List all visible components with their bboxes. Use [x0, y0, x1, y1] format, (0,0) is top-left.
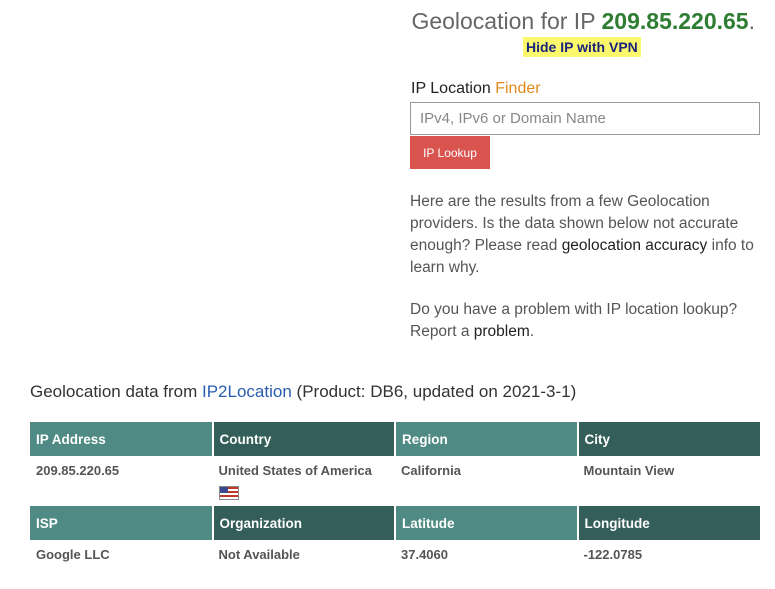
- page-title: Geolocation for IP 209.85.220.65.: [400, 8, 755, 35]
- finder-label-accent: Finder: [495, 80, 541, 97]
- header-organization: Organization: [211, 506, 395, 540]
- title-prefix: Geolocation for IP: [411, 8, 596, 34]
- accuracy-info-paragraph: Here are the results from a few Geolocat…: [410, 191, 760, 279]
- header-city: City: [576, 422, 760, 456]
- problem-report-text: Do you have a problem with IP location l…: [410, 301, 738, 340]
- cell-country: United States of America: [213, 456, 396, 506]
- provider-prefix: Geolocation data from: [30, 382, 198, 401]
- cell-organization: Not Available: [218, 547, 300, 562]
- problem-report-paragraph: Do you have a problem with IP location l…: [410, 299, 760, 343]
- cell-region: California: [401, 463, 461, 478]
- header-isp: ISP: [30, 506, 213, 540]
- cell-longitude: -122.0785: [583, 547, 643, 562]
- header-longitude: Longitude: [576, 506, 760, 540]
- table-row: 209.85.220.65 United States of America C…: [30, 456, 760, 506]
- provider-heading: Geolocation data from IP2Location (Produ…: [30, 382, 576, 402]
- title-suffix: .: [748, 8, 755, 34]
- page: Geolocation for IP 209.85.220.65. Hide I…: [0, 0, 775, 589]
- geolocation-data-table: IP Address Country Region City 209.85.22…: [30, 422, 760, 578]
- cell-city: Mountain View: [583, 463, 675, 478]
- country-name: United States of America: [218, 463, 372, 478]
- cell-isp: Google LLC: [36, 547, 110, 562]
- header-country: Country: [211, 422, 395, 456]
- finder-label-text: IP Location: [411, 80, 491, 97]
- ip-lookup-button[interactable]: IP Lookup: [410, 136, 490, 169]
- cell-ip-address: 209.85.220.65: [36, 463, 120, 478]
- header-latitude: Latitude: [394, 506, 578, 540]
- ip-search-input[interactable]: [410, 102, 760, 135]
- problem-report-tail: .: [529, 323, 535, 340]
- ip-finder-label: IP Location Finder: [411, 80, 541, 98]
- ip-address-highlight: 209.85.220.65: [601, 8, 749, 34]
- us-flag-icon: [218, 486, 239, 500]
- table-header-row: ISP Organization Latitude Longitude: [30, 506, 760, 540]
- provider-product-info: (Product: DB6, updated on 2021-3-1): [296, 382, 577, 401]
- cell-latitude: 37.4060: [401, 547, 448, 562]
- geolocation-accuracy-link[interactable]: geolocation accuracy: [562, 237, 708, 254]
- header-ip-address: IP Address: [30, 422, 213, 456]
- ip2location-link[interactable]: IP2Location: [202, 382, 292, 401]
- table-row: Google LLC Not Available 37.4060 -122.07…: [30, 540, 760, 578]
- hide-ip-vpn-link[interactable]: Hide IP with VPN: [523, 37, 641, 57]
- report-problem-link[interactable]: problem: [474, 323, 530, 340]
- table-header-row: IP Address Country Region City: [30, 422, 760, 456]
- header-region: Region: [394, 422, 578, 456]
